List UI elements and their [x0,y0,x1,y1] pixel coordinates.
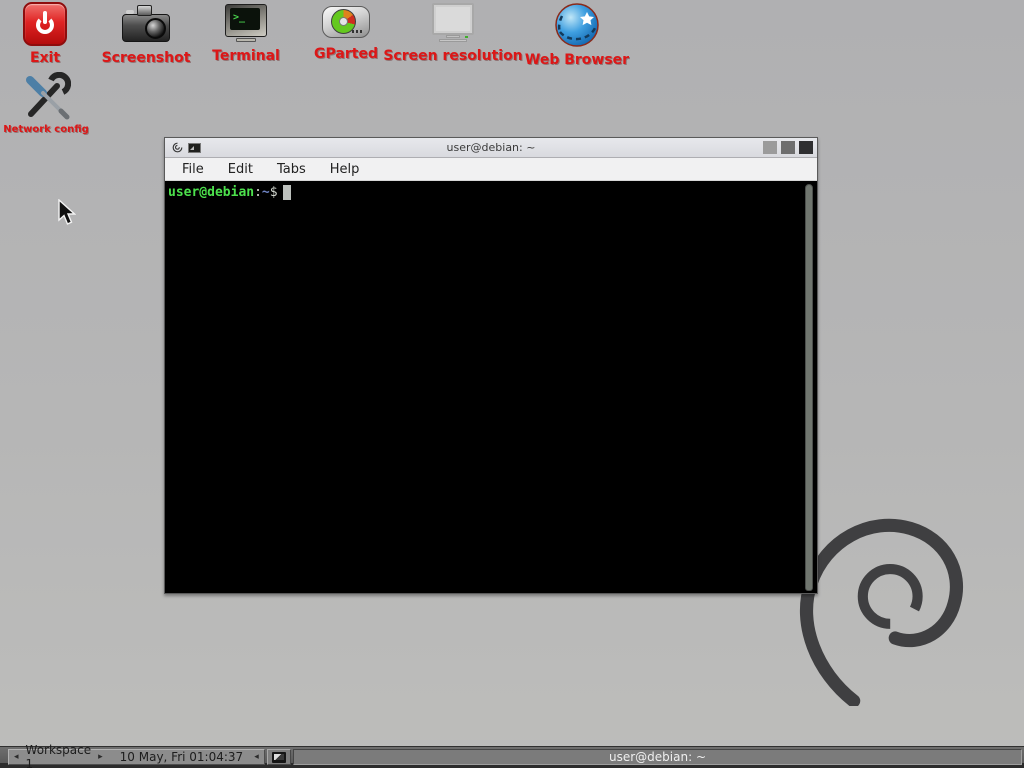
tasklist-prev-icon[interactable]: ◂ [249,750,264,764]
desktop-icon-label: Screenshot [91,50,201,66]
desktop-icon-label: Screen resolution [383,48,523,64]
desktop-icon-label: Network config [0,124,101,135]
menu-edit[interactable]: Edit [223,160,258,179]
workspace-prev-icon[interactable]: ◂ [9,750,24,764]
camera-icon [121,2,171,46]
pager-clock-plate: ◂ Workspace 1 ▸ 10 May, Fri 01:04:37 ◂ ▸ [8,749,265,765]
maximize-button[interactable] [781,141,795,154]
window-title: user@debian: ~ [165,141,817,154]
terminal-screen[interactable]: user@debian:~$ [165,182,817,593]
disk-partition-icon [322,2,370,42]
desktop-icon-label: Web Browser [523,52,631,68]
terminal-menubar: File Edit Tabs Help [165,158,817,181]
desktop-icon-label: Exit [0,50,100,66]
desktop-icon-screenshot[interactable]: Screenshot [91,2,201,66]
desktop-monitor-icon [272,752,286,763]
desktop-icon-web-browser[interactable]: Web Browser [523,2,631,68]
monitor-icon [430,2,476,44]
prompt-cwd: ~ [262,185,270,200]
prompt-user-host: user@debian [168,185,254,200]
minimize-button[interactable] [763,141,777,154]
close-button[interactable] [799,141,813,154]
shell-prompt: user@debian:~$ [168,185,817,200]
desktop-icon-exit[interactable]: Exit [0,2,100,66]
menu-help[interactable]: Help [325,160,365,179]
crt-terminal-icon: >_ [223,2,269,44]
workspace-next-icon[interactable]: ▸ [93,750,108,764]
tools-icon [21,72,71,120]
show-desktop-button[interactable] [267,749,291,765]
desktop-icon-terminal[interactable]: >_ Terminal [191,2,301,64]
text-cursor [283,185,291,200]
clock: 10 May, Fri 01:04:37 [108,750,250,764]
workspace-label[interactable]: Workspace 1 [24,743,94,768]
desktop-icon-screen-resolution[interactable]: Screen resolution [383,2,523,64]
menu-tabs[interactable]: Tabs [272,160,311,179]
globe-icon [554,2,600,48]
window-titlebar[interactable]: user@debian: ~ [165,138,817,158]
terminal-window: user@debian: ~ File Edit Tabs Help user@… [164,137,818,594]
scrollbar-thumb[interactable] [805,184,813,591]
taskbar-panel: ◂ Workspace 1 ▸ 10 May, Fri 01:04:37 ◂ ▸… [0,746,1024,768]
power-icon [23,2,67,46]
desktop-icon-network-config[interactable]: Network config [0,72,101,135]
mouse-cursor-icon [57,199,76,227]
task-button-terminal[interactable]: user@debian: ~ [293,749,1022,765]
menu-file[interactable]: File [177,160,209,179]
desktop-icon-label: Terminal [191,48,301,64]
